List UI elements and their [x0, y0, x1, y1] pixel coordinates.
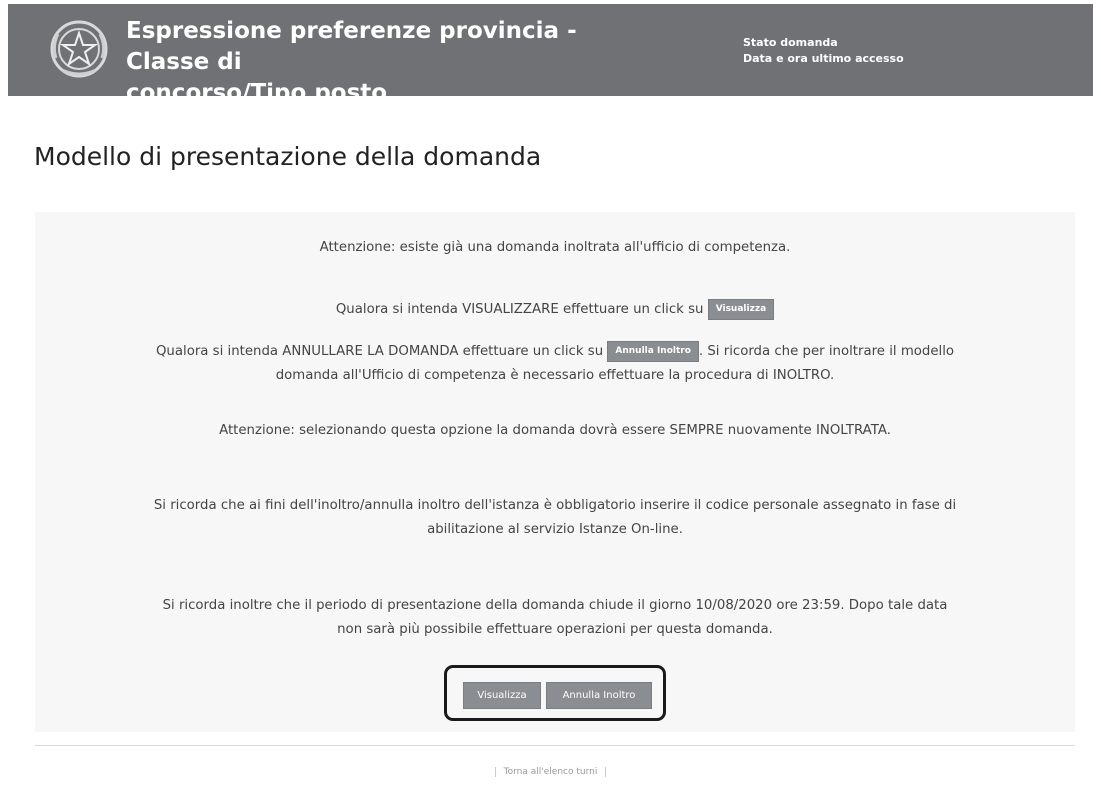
deadline-line-2: non sarà più possibile effettuare operaz… — [337, 622, 773, 637]
message-panel — [35, 212, 1075, 732]
deadline-notice: Si ricorda inoltre che il periodo di pre… — [35, 594, 1075, 642]
inline-view-button[interactable]: Visualizza — [707, 298, 775, 320]
attention-option-message: Attenzione: selezionando questa opzione … — [219, 423, 891, 438]
italian-republic-emblem-icon — [50, 20, 108, 78]
inline-cancel-button[interactable]: Annulla Inoltro — [607, 340, 699, 362]
cancel-instruction: Qualora si intenda ANNULLARE LA DOMANDA … — [35, 340, 1075, 388]
header-title-line-2: concorso/Tipo posto — [126, 80, 388, 106]
personal-code-notice: Si ricorda che ai fini dell'inoltro/annu… — [35, 494, 1075, 542]
back-to-list-link[interactable]: Torna all'elenco turni — [494, 767, 607, 777]
cancel-instruction-suffix: . Si ricorda che per inoltrare il modell… — [698, 344, 955, 359]
action-buttons-group: Visualizza Annulla Inoltro — [444, 665, 666, 721]
app-header: Espressione preferenze provincia - Class… — [8, 4, 1093, 106]
personal-code-line-2: abilitazione al servizio Istanze On-line… — [427, 522, 683, 537]
personal-code-line-1: Si ricorda che ai fini dell'inoltro/annu… — [153, 498, 957, 513]
cancel-submission-button[interactable]: Annulla Inoltro — [546, 682, 652, 709]
last-access-label: Data e ora ultimo accesso — [743, 52, 904, 65]
header-title-line-1: Espressione preferenze provincia - Class… — [126, 18, 577, 75]
view-instruction-text: Qualora si intenda VISUALIZZARE effettua… — [335, 302, 704, 317]
view-button[interactable]: Visualizza — [463, 682, 541, 709]
cancel-instruction-line-2: domanda all'Ufficio di competenza è nece… — [275, 368, 835, 383]
attention-existing-message: Attenzione: esiste già una domanda inolt… — [319, 240, 791, 255]
page-title: Modello di presentazione della domanda — [34, 142, 542, 171]
status-label: Stato domanda — [743, 36, 838, 49]
view-instruction: Qualora si intenda VISUALIZZARE effettua… — [35, 298, 1075, 322]
cancel-instruction-text: Qualora si intenda ANNULLARE LA DOMANDA … — [155, 344, 604, 359]
deadline-line-1: Si ricorda inoltre che il periodo di pre… — [162, 598, 948, 613]
header-title: Espressione preferenze provincia - Class… — [126, 16, 666, 109]
footer: Torna all'elenco turni — [0, 767, 1101, 777]
footer-divider — [35, 745, 1075, 746]
header-status: Stato domanda Data e ora ultimo accesso — [743, 35, 904, 67]
